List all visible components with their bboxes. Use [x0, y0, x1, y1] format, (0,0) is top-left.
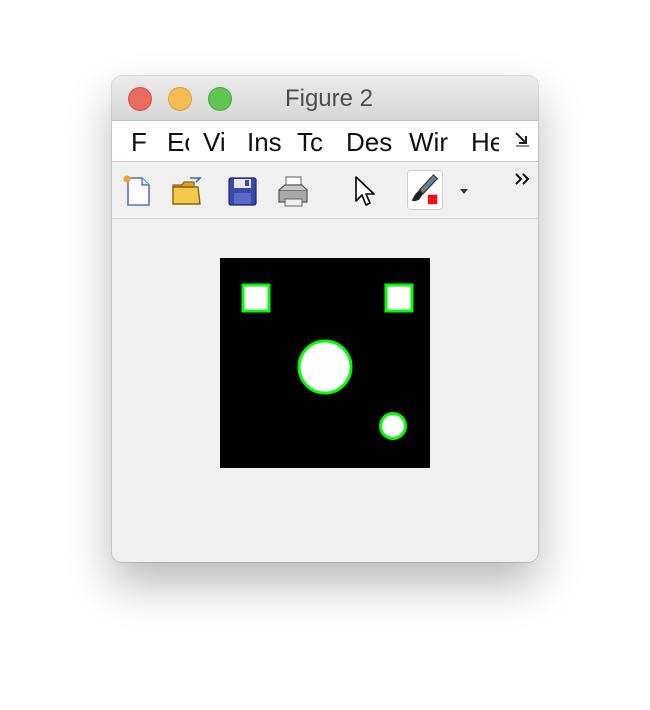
small-circle-object — [379, 412, 407, 440]
menu-tools[interactable]: Tc — [297, 121, 330, 161]
paint-brush-icon — [411, 174, 439, 205]
title-bar[interactable]: Figure 2 — [112, 76, 538, 121]
large-circle-object — [297, 339, 353, 395]
square-object-top-left — [241, 283, 271, 313]
folder-open-icon[interactable] — [170, 174, 204, 208]
floppy-disk-icon[interactable] — [225, 174, 259, 208]
menu-overflow-arrow-icon[interactable] — [514, 131, 530, 147]
menu-edit[interactable]: Ec — [167, 121, 189, 161]
arrow-pointer-icon[interactable] — [348, 174, 382, 208]
menu-bar: F Ec Vi Ins Tc Des Wir He — [112, 121, 538, 162]
menu-view[interactable]: Vi — [203, 121, 233, 161]
new-document-icon[interactable] — [120, 174, 154, 208]
menu-window[interactable]: Wir — [409, 121, 455, 161]
menu-insert[interactable]: Ins — [247, 121, 283, 161]
menu-desktop[interactable]: Des — [346, 121, 396, 161]
triangle-down-icon[interactable] — [459, 188, 469, 196]
binary-image-axes — [220, 258, 430, 468]
double-chevron-right-icon[interactable] — [514, 172, 532, 186]
printer-icon[interactable] — [276, 174, 310, 208]
window-title: Figure 2 — [284, 85, 374, 112]
menu-help[interactable]: He — [471, 121, 499, 161]
menu-file[interactable]: F — [131, 121, 147, 161]
figure-window: Figure 2 F Ec Vi Ins Tc Des Wir He — [112, 76, 538, 562]
brush-button[interactable] — [407, 170, 443, 210]
toolbar — [112, 162, 538, 219]
square-object-top-right — [384, 283, 414, 313]
